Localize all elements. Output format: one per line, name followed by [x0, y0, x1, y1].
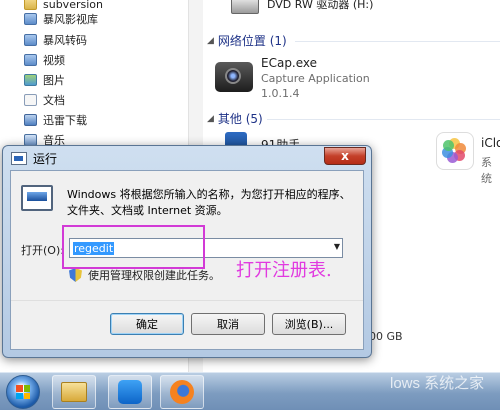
folder-icon: [61, 382, 87, 402]
open-label: 打开(O):: [21, 244, 64, 257]
nav-item-baofeng-library[interactable]: 暴风影视库: [24, 9, 98, 29]
icloud-item-sub: 系统: [481, 156, 492, 185]
ecap-version: 1.0.1.4: [261, 87, 300, 100]
run-description: Windows 将根据您所输入的名称，为您打开相应的程序、文件夹、文档或 Int…: [67, 188, 351, 217]
taskbar-firefox-button[interactable]: [160, 375, 204, 409]
start-button[interactable]: [6, 375, 40, 409]
library-icon: [24, 13, 37, 25]
firefox-icon: [170, 380, 194, 404]
nav-item-baofeng-transcode[interactable]: 暴风转码: [24, 30, 87, 50]
collapse-arrow-icon: ◢: [207, 35, 214, 46]
close-button[interactable]: x: [324, 147, 366, 165]
browse-button[interactable]: 浏览(B)...: [272, 313, 346, 335]
taskbar-app-button[interactable]: [108, 375, 152, 409]
watermark: lows 系统之家: [390, 375, 485, 392]
app-icon: [118, 380, 142, 404]
ok-button[interactable]: 确定: [110, 313, 184, 335]
network-location-group[interactable]: ◢ 网络位置 (1): [207, 32, 287, 49]
group-divider: [295, 41, 500, 42]
collapse-arrow-icon: ◢: [207, 113, 214, 124]
dialog-button-bar: 确定 取消 浏览(B)...: [11, 300, 363, 349]
ecap-name: ECap.exe: [261, 56, 318, 70]
nav-item-documents[interactable]: 文档: [24, 90, 65, 110]
dvd-drive-icon: [231, 0, 259, 14]
icloud-item-label: iClo: [481, 136, 500, 150]
library-icon: [24, 34, 37, 46]
cancel-button[interactable]: 取消: [191, 313, 265, 335]
camera-icon: [215, 62, 253, 92]
nav-item-xunlei-download[interactable]: 迅雷下载: [24, 110, 87, 130]
nav-item-video[interactable]: 视频: [24, 50, 65, 70]
run-icon: [11, 151, 27, 165]
annotation-highlight-box: [62, 225, 205, 269]
run-dialog-titlebar[interactable]: 运行 x: [3, 146, 371, 170]
video-icon: [24, 54, 37, 66]
annotation-text: 打开注册表.: [236, 260, 332, 281]
dvd-drive-item[interactable]: DVD RW 驱动器 (H:): [231, 0, 373, 14]
taskbar-explorer-button[interactable]: [52, 375, 96, 409]
admin-note: 使用管理权限创建此任务。: [69, 267, 220, 283]
picture-icon: [24, 74, 37, 86]
download-icon: [24, 114, 37, 126]
run-dialog-title: 运行: [33, 151, 58, 166]
other-group[interactable]: ◢ 其他 (5): [207, 110, 263, 127]
run-program-icon: [21, 185, 53, 211]
drive-size-text: 00 GB: [369, 330, 403, 343]
dropdown-arrow-icon[interactable]: ▼: [334, 242, 340, 251]
ecap-item[interactable]: ECap.exe Capture Application 1.0.1.4: [215, 56, 370, 100]
icloud-photos-icon[interactable]: [436, 132, 474, 170]
nav-item-pictures[interactable]: 图片: [24, 70, 65, 90]
windows-logo-icon: [16, 385, 30, 399]
document-icon: [24, 94, 37, 106]
group-divider: [267, 119, 500, 120]
uac-shield-icon: [69, 268, 82, 282]
ecap-description: Capture Application: [261, 72, 370, 85]
